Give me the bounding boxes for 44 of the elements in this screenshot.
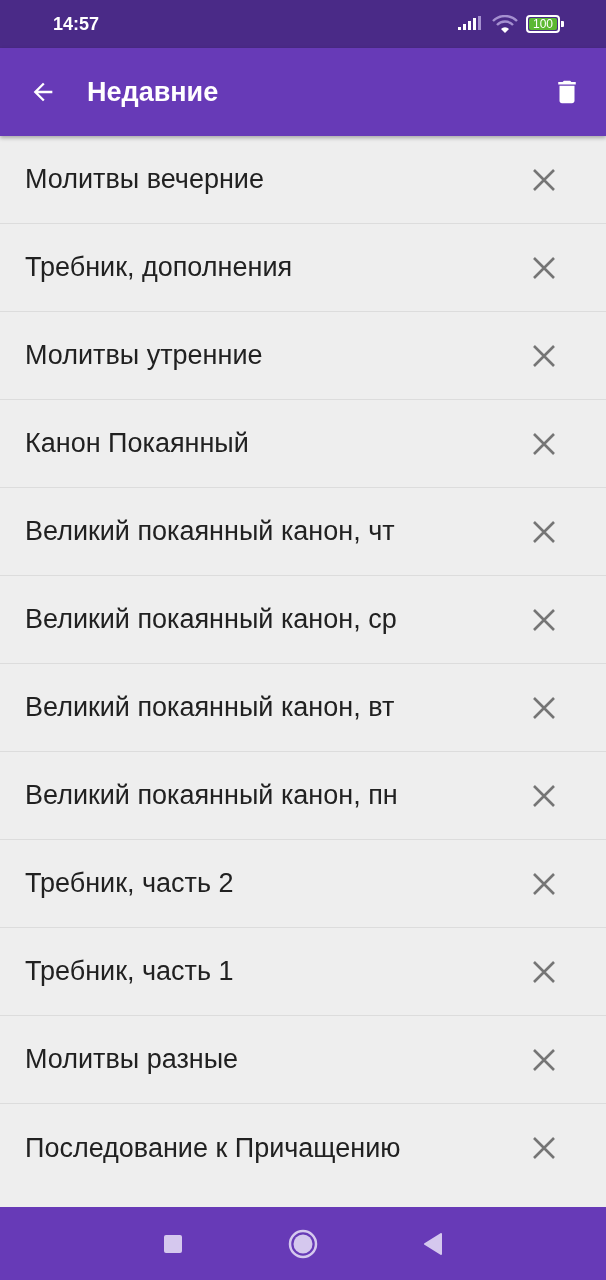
wifi-icon — [491, 15, 518, 33]
close-icon[interactable] — [532, 1136, 556, 1160]
item-title: Последование к Причащению — [25, 1132, 401, 1164]
item-title: Великий покаянный канон, ср — [25, 604, 397, 635]
screen-title: Недавние — [87, 76, 220, 108]
close-icon[interactable] — [532, 871, 556, 896]
close-icon[interactable] — [532, 1047, 556, 1072]
close-icon[interactable] — [532, 255, 556, 280]
battery-icon: 100 — [525, 15, 560, 33]
list-item[interactable]: Великий покаянный канон, вт — [0, 664, 606, 752]
item-title: Требник, дополнения — [25, 252, 293, 283]
close-icon[interactable] — [532, 519, 556, 544]
list-item[interactable]: Великий покаянный канон, чт — [0, 488, 606, 576]
list-item[interactable]: Последование к Причащению — [0, 1104, 606, 1192]
list-item[interactable]: Великий покаянный канон, ср — [0, 576, 606, 664]
item-title: Требник, часть 2 — [25, 868, 234, 899]
list-item[interactable]: Молитвы вечерние — [0, 136, 606, 224]
list-item[interactable]: Канон Покаянный — [0, 400, 606, 488]
list-item[interactable]: Требник, часть 1 — [0, 928, 606, 1016]
item-title: Великий покаянный канон, пн — [25, 780, 398, 811]
item-title: Молитвы утренние — [25, 340, 263, 371]
item-title: Великий покаянный канон, чт — [25, 516, 395, 547]
item-title: Канон Покаянный — [25, 428, 249, 459]
list-item[interactable]: Молитвы утренние — [0, 312, 606, 400]
clock-time: 14:57 — [53, 13, 100, 35]
item-title: Великий покаянный канон, вт — [25, 692, 395, 723]
back-icon[interactable] — [423, 1232, 443, 1255]
list-item[interactable]: Молитвы разные — [0, 1016, 606, 1104]
close-icon[interactable] — [532, 607, 556, 632]
list-item[interactable]: Великий покаянный канон, пн — [0, 752, 606, 840]
close-icon[interactable] — [532, 959, 556, 984]
list-item[interactable]: Требник, часть 2 — [0, 840, 606, 928]
close-icon[interactable] — [532, 783, 556, 808]
close-icon[interactable] — [532, 431, 556, 456]
close-icon[interactable] — [532, 167, 556, 192]
recents-icon[interactable] — [163, 1233, 183, 1254]
item-title: Молитвы разные — [25, 1044, 239, 1075]
close-icon[interactable] — [532, 695, 556, 720]
signal-icon — [457, 16, 484, 32]
close-icon[interactable] — [532, 343, 556, 368]
item-title: Требник, часть 1 — [25, 956, 234, 987]
item-title: Молитвы вечерние — [25, 164, 264, 195]
list-item[interactable]: Требник, дополнения — [0, 224, 606, 312]
home-icon[interactable] — [288, 1228, 318, 1259]
